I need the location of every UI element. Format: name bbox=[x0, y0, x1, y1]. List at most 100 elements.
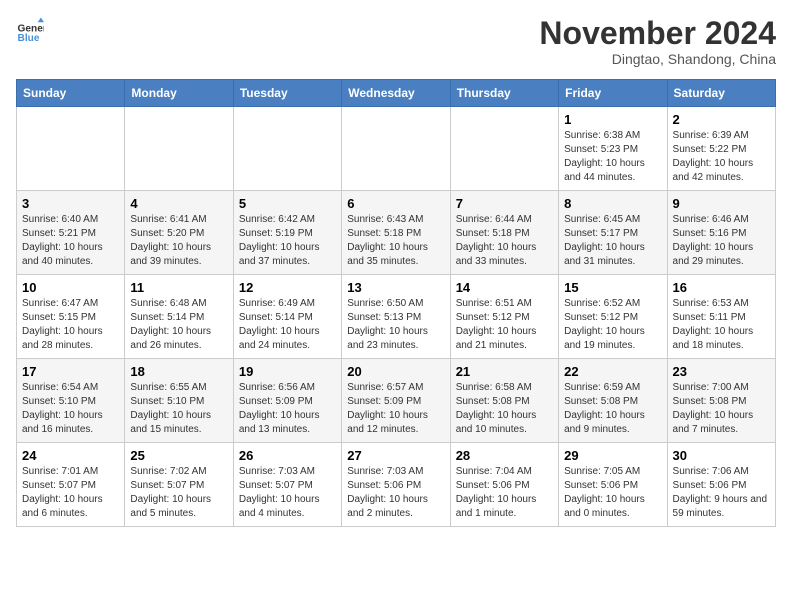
calendar-body: 1 Sunrise: 6:38 AMSunset: 5:23 PMDaylight… bbox=[17, 107, 776, 527]
week-row-4: 17 Sunrise: 6:54 AMSunset: 5:10 PMDayligh… bbox=[17, 359, 776, 443]
day-info: Sunrise: 6:39 AMSunset: 5:22 PMDaylight:… bbox=[673, 129, 770, 185]
day-info: Sunrise: 6:47 AMSunset: 5:15 PMDaylight:… bbox=[22, 297, 119, 353]
month-title: November 2024 bbox=[539, 16, 776, 51]
calendar-cell: 18 Sunrise: 6:55 AMSunset: 5:10 PMDayligh… bbox=[125, 359, 233, 443]
week-row-1: 1 Sunrise: 6:38 AMSunset: 5:23 PMDaylight… bbox=[17, 107, 776, 191]
calendar-cell: 13 Sunrise: 6:50 AMSunset: 5:13 PMDayligh… bbox=[342, 275, 450, 359]
day-number: 26 bbox=[239, 448, 336, 463]
calendar-cell: 1 Sunrise: 6:38 AMSunset: 5:23 PMDaylight… bbox=[559, 107, 667, 191]
calendar-cell: 11 Sunrise: 6:48 AMSunset: 5:14 PMDayligh… bbox=[125, 275, 233, 359]
day-info: Sunrise: 6:48 AMSunset: 5:14 PMDaylight:… bbox=[130, 297, 227, 353]
calendar-cell: 17 Sunrise: 6:54 AMSunset: 5:10 PMDayligh… bbox=[17, 359, 125, 443]
header-row: SundayMondayTuesdayWednesdayThursdayFrid… bbox=[17, 80, 776, 107]
header-day-sunday: Sunday bbox=[17, 80, 125, 107]
day-info: Sunrise: 6:41 AMSunset: 5:20 PMDaylight:… bbox=[130, 213, 227, 269]
week-row-5: 24 Sunrise: 7:01 AMSunset: 5:07 PMDayligh… bbox=[17, 443, 776, 527]
calendar-cell: 15Sunrise: 6:52 AMSunset: 5:12 PMDayligh… bbox=[559, 275, 667, 359]
calendar-cell: 4 Sunrise: 6:41 AMSunset: 5:20 PMDaylight… bbox=[125, 191, 233, 275]
day-number: 10 bbox=[22, 280, 119, 295]
day-info: Sunrise: 6:52 AMSunset: 5:12 PMDaylight:… bbox=[564, 297, 661, 353]
day-number: 30 bbox=[673, 448, 770, 463]
day-number: 27 bbox=[347, 448, 444, 463]
day-number: 2 bbox=[673, 112, 770, 127]
day-info: Sunrise: 7:00 AMSunset: 5:08 PMDaylight:… bbox=[673, 381, 770, 437]
calendar-cell: 28 Sunrise: 7:04 AMSunset: 5:06 PMDayligh… bbox=[450, 443, 558, 527]
day-number: 18 bbox=[130, 364, 227, 379]
day-number: 4 bbox=[130, 196, 227, 211]
header-day-monday: Monday bbox=[125, 80, 233, 107]
calendar-cell: 10 Sunrise: 6:47 AMSunset: 5:15 PMDayligh… bbox=[17, 275, 125, 359]
day-info: Sunrise: 7:02 AMSunset: 5:07 PMDaylight:… bbox=[130, 465, 227, 521]
calendar-cell bbox=[450, 107, 558, 191]
day-number: 1 bbox=[564, 112, 661, 127]
day-info: Sunrise: 7:05 AMSunset: 5:06 PMDaylight:… bbox=[564, 465, 661, 521]
calendar-cell: 29Sunrise: 7:05 AMSunset: 5:06 PMDayligh… bbox=[559, 443, 667, 527]
day-number: 13 bbox=[347, 280, 444, 295]
calendar-cell: 14 Sunrise: 6:51 AMSunset: 5:12 PMDayligh… bbox=[450, 275, 558, 359]
day-number: 9 bbox=[673, 196, 770, 211]
day-number: 12 bbox=[239, 280, 336, 295]
day-info: Sunrise: 6:50 AMSunset: 5:13 PMDaylight:… bbox=[347, 297, 444, 353]
calendar-cell: 12 Sunrise: 6:49 AMSunset: 5:14 PMDayligh… bbox=[233, 275, 341, 359]
calendar-cell: 27Sunrise: 7:03 AMSunset: 5:06 PMDayligh… bbox=[342, 443, 450, 527]
calendar-cell: 8Sunrise: 6:45 AMSunset: 5:17 PMDaylight… bbox=[559, 191, 667, 275]
day-info: Sunrise: 6:51 AMSunset: 5:12 PMDaylight:… bbox=[456, 297, 553, 353]
day-info: Sunrise: 7:06 AMSunset: 5:06 PMDaylight:… bbox=[673, 465, 770, 521]
week-row-3: 10 Sunrise: 6:47 AMSunset: 5:15 PMDayligh… bbox=[17, 275, 776, 359]
day-number: 6 bbox=[347, 196, 444, 211]
calendar-cell: 2 Sunrise: 6:39 AMSunset: 5:22 PMDaylight… bbox=[667, 107, 775, 191]
day-info: Sunrise: 6:58 AMSunset: 5:08 PMDaylight:… bbox=[456, 381, 553, 437]
calendar-cell: 22 Sunrise: 6:59 AMSunset: 5:08 PMDayligh… bbox=[559, 359, 667, 443]
day-number: 17 bbox=[22, 364, 119, 379]
calendar-cell: 20Sunrise: 6:57 AMSunset: 5:09 PMDayligh… bbox=[342, 359, 450, 443]
day-info: Sunrise: 6:46 AMSunset: 5:16 PMDaylight:… bbox=[673, 213, 770, 269]
day-info: Sunrise: 6:59 AMSunset: 5:08 PMDaylight:… bbox=[564, 381, 661, 437]
day-info: Sunrise: 6:45 AMSunset: 5:17 PMDaylight:… bbox=[564, 213, 661, 269]
day-info: Sunrise: 7:04 AMSunset: 5:06 PMDaylight:… bbox=[456, 465, 553, 521]
day-info: Sunrise: 6:55 AMSunset: 5:10 PMDaylight:… bbox=[130, 381, 227, 437]
calendar-cell: 6 Sunrise: 6:43 AMSunset: 5:18 PMDaylight… bbox=[342, 191, 450, 275]
calendar-cell: 19Sunrise: 6:56 AMSunset: 5:09 PMDayligh… bbox=[233, 359, 341, 443]
day-info: Sunrise: 6:38 AMSunset: 5:23 PMDaylight:… bbox=[564, 129, 661, 185]
calendar-cell: 16Sunrise: 6:53 AMSunset: 5:11 PMDayligh… bbox=[667, 275, 775, 359]
day-number: 24 bbox=[22, 448, 119, 463]
calendar-cell bbox=[233, 107, 341, 191]
calendar-cell: 26Sunrise: 7:03 AMSunset: 5:07 PMDayligh… bbox=[233, 443, 341, 527]
day-number: 28 bbox=[456, 448, 553, 463]
day-info: Sunrise: 7:01 AMSunset: 5:07 PMDaylight:… bbox=[22, 465, 119, 521]
calendar-cell: 21 Sunrise: 6:58 AMSunset: 5:08 PMDayligh… bbox=[450, 359, 558, 443]
day-number: 21 bbox=[456, 364, 553, 379]
day-number: 11 bbox=[130, 280, 227, 295]
day-info: Sunrise: 6:53 AMSunset: 5:11 PMDaylight:… bbox=[673, 297, 770, 353]
day-number: 7 bbox=[456, 196, 553, 211]
header-day-thursday: Thursday bbox=[450, 80, 558, 107]
calendar-cell: 5Sunrise: 6:42 AMSunset: 5:19 PMDaylight… bbox=[233, 191, 341, 275]
calendar-cell: 24 Sunrise: 7:01 AMSunset: 5:07 PMDayligh… bbox=[17, 443, 125, 527]
week-row-2: 3 Sunrise: 6:40 AMSunset: 5:21 PMDaylight… bbox=[17, 191, 776, 275]
day-number: 3 bbox=[22, 196, 119, 211]
calendar-cell bbox=[17, 107, 125, 191]
page-header: General Blue November 2024 Dingtao, Shan… bbox=[16, 16, 776, 67]
day-info: Sunrise: 6:43 AMSunset: 5:18 PMDaylight:… bbox=[347, 213, 444, 269]
header-day-wednesday: Wednesday bbox=[342, 80, 450, 107]
calendar-table: SundayMondayTuesdayWednesdayThursdayFrid… bbox=[16, 79, 776, 527]
logo-icon: General Blue bbox=[16, 16, 44, 44]
svg-text:Blue: Blue bbox=[18, 33, 40, 44]
calendar-cell bbox=[342, 107, 450, 191]
calendar-cell: 3 Sunrise: 6:40 AMSunset: 5:21 PMDaylight… bbox=[17, 191, 125, 275]
calendar-cell bbox=[125, 107, 233, 191]
day-number: 19 bbox=[239, 364, 336, 379]
calendar-cell: 23Sunrise: 7:00 AMSunset: 5:08 PMDayligh… bbox=[667, 359, 775, 443]
day-info: Sunrise: 6:54 AMSunset: 5:10 PMDaylight:… bbox=[22, 381, 119, 437]
day-info: Sunrise: 6:49 AMSunset: 5:14 PMDaylight:… bbox=[239, 297, 336, 353]
day-info: Sunrise: 6:40 AMSunset: 5:21 PMDaylight:… bbox=[22, 213, 119, 269]
title-block: November 2024 Dingtao, Shandong, China bbox=[539, 16, 776, 67]
calendar-cell: 25 Sunrise: 7:02 AMSunset: 5:07 PMDayligh… bbox=[125, 443, 233, 527]
day-number: 22 bbox=[564, 364, 661, 379]
day-info: Sunrise: 6:57 AMSunset: 5:09 PMDaylight:… bbox=[347, 381, 444, 437]
day-number: 25 bbox=[130, 448, 227, 463]
day-number: 14 bbox=[456, 280, 553, 295]
calendar-header: SundayMondayTuesdayWednesdayThursdayFrid… bbox=[17, 80, 776, 107]
header-day-saturday: Saturday bbox=[667, 80, 775, 107]
day-number: 5 bbox=[239, 196, 336, 211]
